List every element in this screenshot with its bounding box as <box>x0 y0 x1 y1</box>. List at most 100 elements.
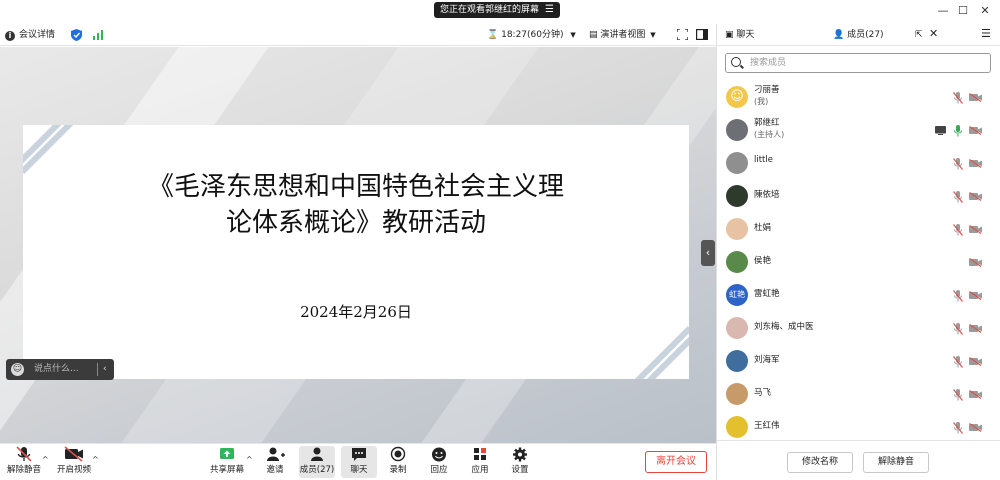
member-search[interactable] <box>725 53 991 73</box>
quick-chat-input[interactable]: ☺ 说点什么... ‹ <box>6 359 114 380</box>
settings-button[interactable]: 设置 <box>502 446 538 478</box>
member-name: 刘东梅、成中医 <box>754 322 814 332</box>
tab-chat-label: 聊天 <box>736 30 755 40</box>
search-input[interactable] <box>750 56 980 70</box>
search-icon <box>731 57 741 67</box>
view-mode-label: 演讲者视图 <box>600 30 646 40</box>
member-row[interactable]: 刘海军 <box>717 345 1000 378</box>
member-row[interactable]: 陳依培 <box>717 180 1000 213</box>
member-row[interactable]: 虹艳 雷虹艳 <box>717 279 1000 312</box>
video-off-icon <box>969 93 982 102</box>
reaction-icon <box>432 447 446 462</box>
member-role: (主持人) <box>754 130 785 139</box>
mic-muted-icon <box>953 323 963 335</box>
invite-button[interactable]: 邀请 <box>257 446 293 478</box>
unmute-button[interactable]: 解除静音 <box>6 446 42 478</box>
members-icon <box>311 447 323 461</box>
video-off-icon <box>969 357 982 366</box>
tab-members-label: 成员(27) <box>847 30 884 40</box>
member-row[interactable]: 郭继红 (主持人) <box>717 114 1000 147</box>
hourglass-icon: ⌛ <box>487 30 499 40</box>
menu-icon[interactable]: ☰ <box>981 27 991 41</box>
tab-members[interactable]: 👤 成员(27) <box>833 28 884 42</box>
panel-tabs: ▣ 聊天 👤 成员(27) ⇱ ✕ ☰ <box>717 24 1000 46</box>
meeting-timer[interactable]: ⌛ 18:27(60分钟) ▼ <box>487 28 576 42</box>
presentation-slide: 《毛泽东思想和中国特色社会主义理 论体系概论》教研活动 2024年2月26日 <box>23 125 689 379</box>
signal-strength-icon[interactable] <box>93 30 103 40</box>
video-off-icon <box>969 225 982 234</box>
member-row[interactable]: little <box>717 147 1000 180</box>
mic-muted-icon <box>953 290 963 302</box>
emoji-icon[interactable]: ☺ <box>11 363 24 376</box>
member-name: 王红伟 <box>754 421 780 431</box>
video-off-icon <box>969 192 982 201</box>
member-name: 刘海军 <box>754 355 780 365</box>
start-video-button[interactable]: 开启视频 <box>56 446 92 478</box>
chevron-left-icon[interactable]: ‹ <box>103 359 107 380</box>
member-row[interactable]: 侯艳 <box>717 246 1000 279</box>
chevron-up-icon[interactable]: ^ <box>92 455 99 464</box>
member-name: 陳依培 <box>754 190 780 200</box>
unmute-label: 解除静音 <box>6 465 41 475</box>
members-button[interactable]: 成员(27) <box>299 446 335 478</box>
member-name: little <box>754 155 773 165</box>
collapse-panel-tab[interactable]: ‹ <box>701 240 715 266</box>
mic-muted-icon <box>953 422 963 434</box>
video-off-icon <box>969 126 982 135</box>
panel-footer: 修改名称 解除静音 <box>717 440 1000 480</box>
chevron-down-icon: ▼ <box>570 31 576 39</box>
member-role: (我) <box>754 97 769 106</box>
member-row[interactable]: ☺ 刁丽善 (我) <box>717 81 1000 114</box>
avatar: 虹艳 <box>726 284 748 306</box>
members-icon: 👤 <box>833 30 845 40</box>
sidebar-toggle-icon[interactable] <box>696 29 708 40</box>
video-off-icon <box>969 258 982 267</box>
member-name: 杜娟 <box>754 223 772 233</box>
share-notice-text: 您正在观看郭继红的屏幕 <box>440 5 540 15</box>
shield-icon[interactable] <box>71 29 82 41</box>
share-screen-button[interactable]: 共享屏幕 <box>209 446 245 478</box>
fullscreen-icon[interactable] <box>677 29 688 40</box>
avatar <box>726 185 748 207</box>
close-button[interactable]: ✕ <box>976 3 994 19</box>
mic-muted-icon <box>16 446 32 462</box>
mic-muted-icon <box>953 191 963 203</box>
minimize-button[interactable]: — <box>934 3 952 19</box>
meeting-info-button[interactable]: i 会议详情 <box>5 28 55 42</box>
leave-meeting-button[interactable]: 离开会议 <box>645 451 707 473</box>
rename-button[interactable]: 修改名称 <box>787 452 853 473</box>
side-panel: ▣ 聊天 👤 成员(27) ⇱ ✕ ☰ ☺ 刁丽善 (我) 郭继红 (主持人) littl… <box>716 24 1000 480</box>
avatar <box>726 350 748 372</box>
mic-on-icon <box>954 125 962 137</box>
tab-chat[interactable]: ▣ 聊天 <box>725 28 754 42</box>
close-icon[interactable]: ✕ <box>929 27 938 41</box>
avatar <box>726 317 748 339</box>
title-bar: 您正在观看郭继红的屏幕 ☰ — ☐ ✕ <box>0 0 1000 24</box>
video-off-icon <box>969 324 982 333</box>
member-name: 郭继红 <box>754 118 780 128</box>
info-icon: i <box>5 31 15 41</box>
video-off-icon <box>969 390 982 399</box>
unmute-member-button[interactable]: 解除静音 <box>863 452 929 473</box>
popout-icon[interactable]: ⇱ <box>915 28 923 42</box>
video-off-icon <box>969 159 982 168</box>
share-menu-icon[interactable]: ☰ <box>545 2 554 18</box>
member-name: 雷虹艳 <box>754 289 780 299</box>
chat-icon: ▣ <box>725 30 734 40</box>
member-row[interactable]: 马飞 <box>717 378 1000 411</box>
start-video-label: 开启视频 <box>56 465 91 475</box>
member-row[interactable]: 杜娟 <box>717 213 1000 246</box>
screen-share-notice[interactable]: 您正在观看郭继红的屏幕 ☰ <box>434 2 560 18</box>
chat-placeholder: 说点什么... <box>34 364 79 374</box>
member-name: 马飞 <box>754 388 772 398</box>
mic-muted-icon <box>953 356 963 368</box>
meeting-controls: 解除静音 ^ 开启视频 ^ 共享屏幕 ^ 邀请 成员(27) 聊天 录制 回应 … <box>0 443 716 480</box>
avatar <box>726 251 748 273</box>
maximize-button[interactable]: ☐ <box>954 3 972 19</box>
screen-share-icon <box>935 126 946 135</box>
share-screen-icon <box>220 448 234 459</box>
settings-label: 设置 <box>511 465 529 475</box>
member-row[interactable]: 刘东梅、成中医 <box>717 312 1000 345</box>
view-mode-dropdown[interactable]: ▤ 演讲者视图 ▼ <box>589 28 656 42</box>
member-list: ☺ 刁丽善 (我) 郭继红 (主持人) little 陳依培 杜娟 侯艳 虹艳 雷虹艳 刘东梅、成中医… <box>717 81 1000 444</box>
